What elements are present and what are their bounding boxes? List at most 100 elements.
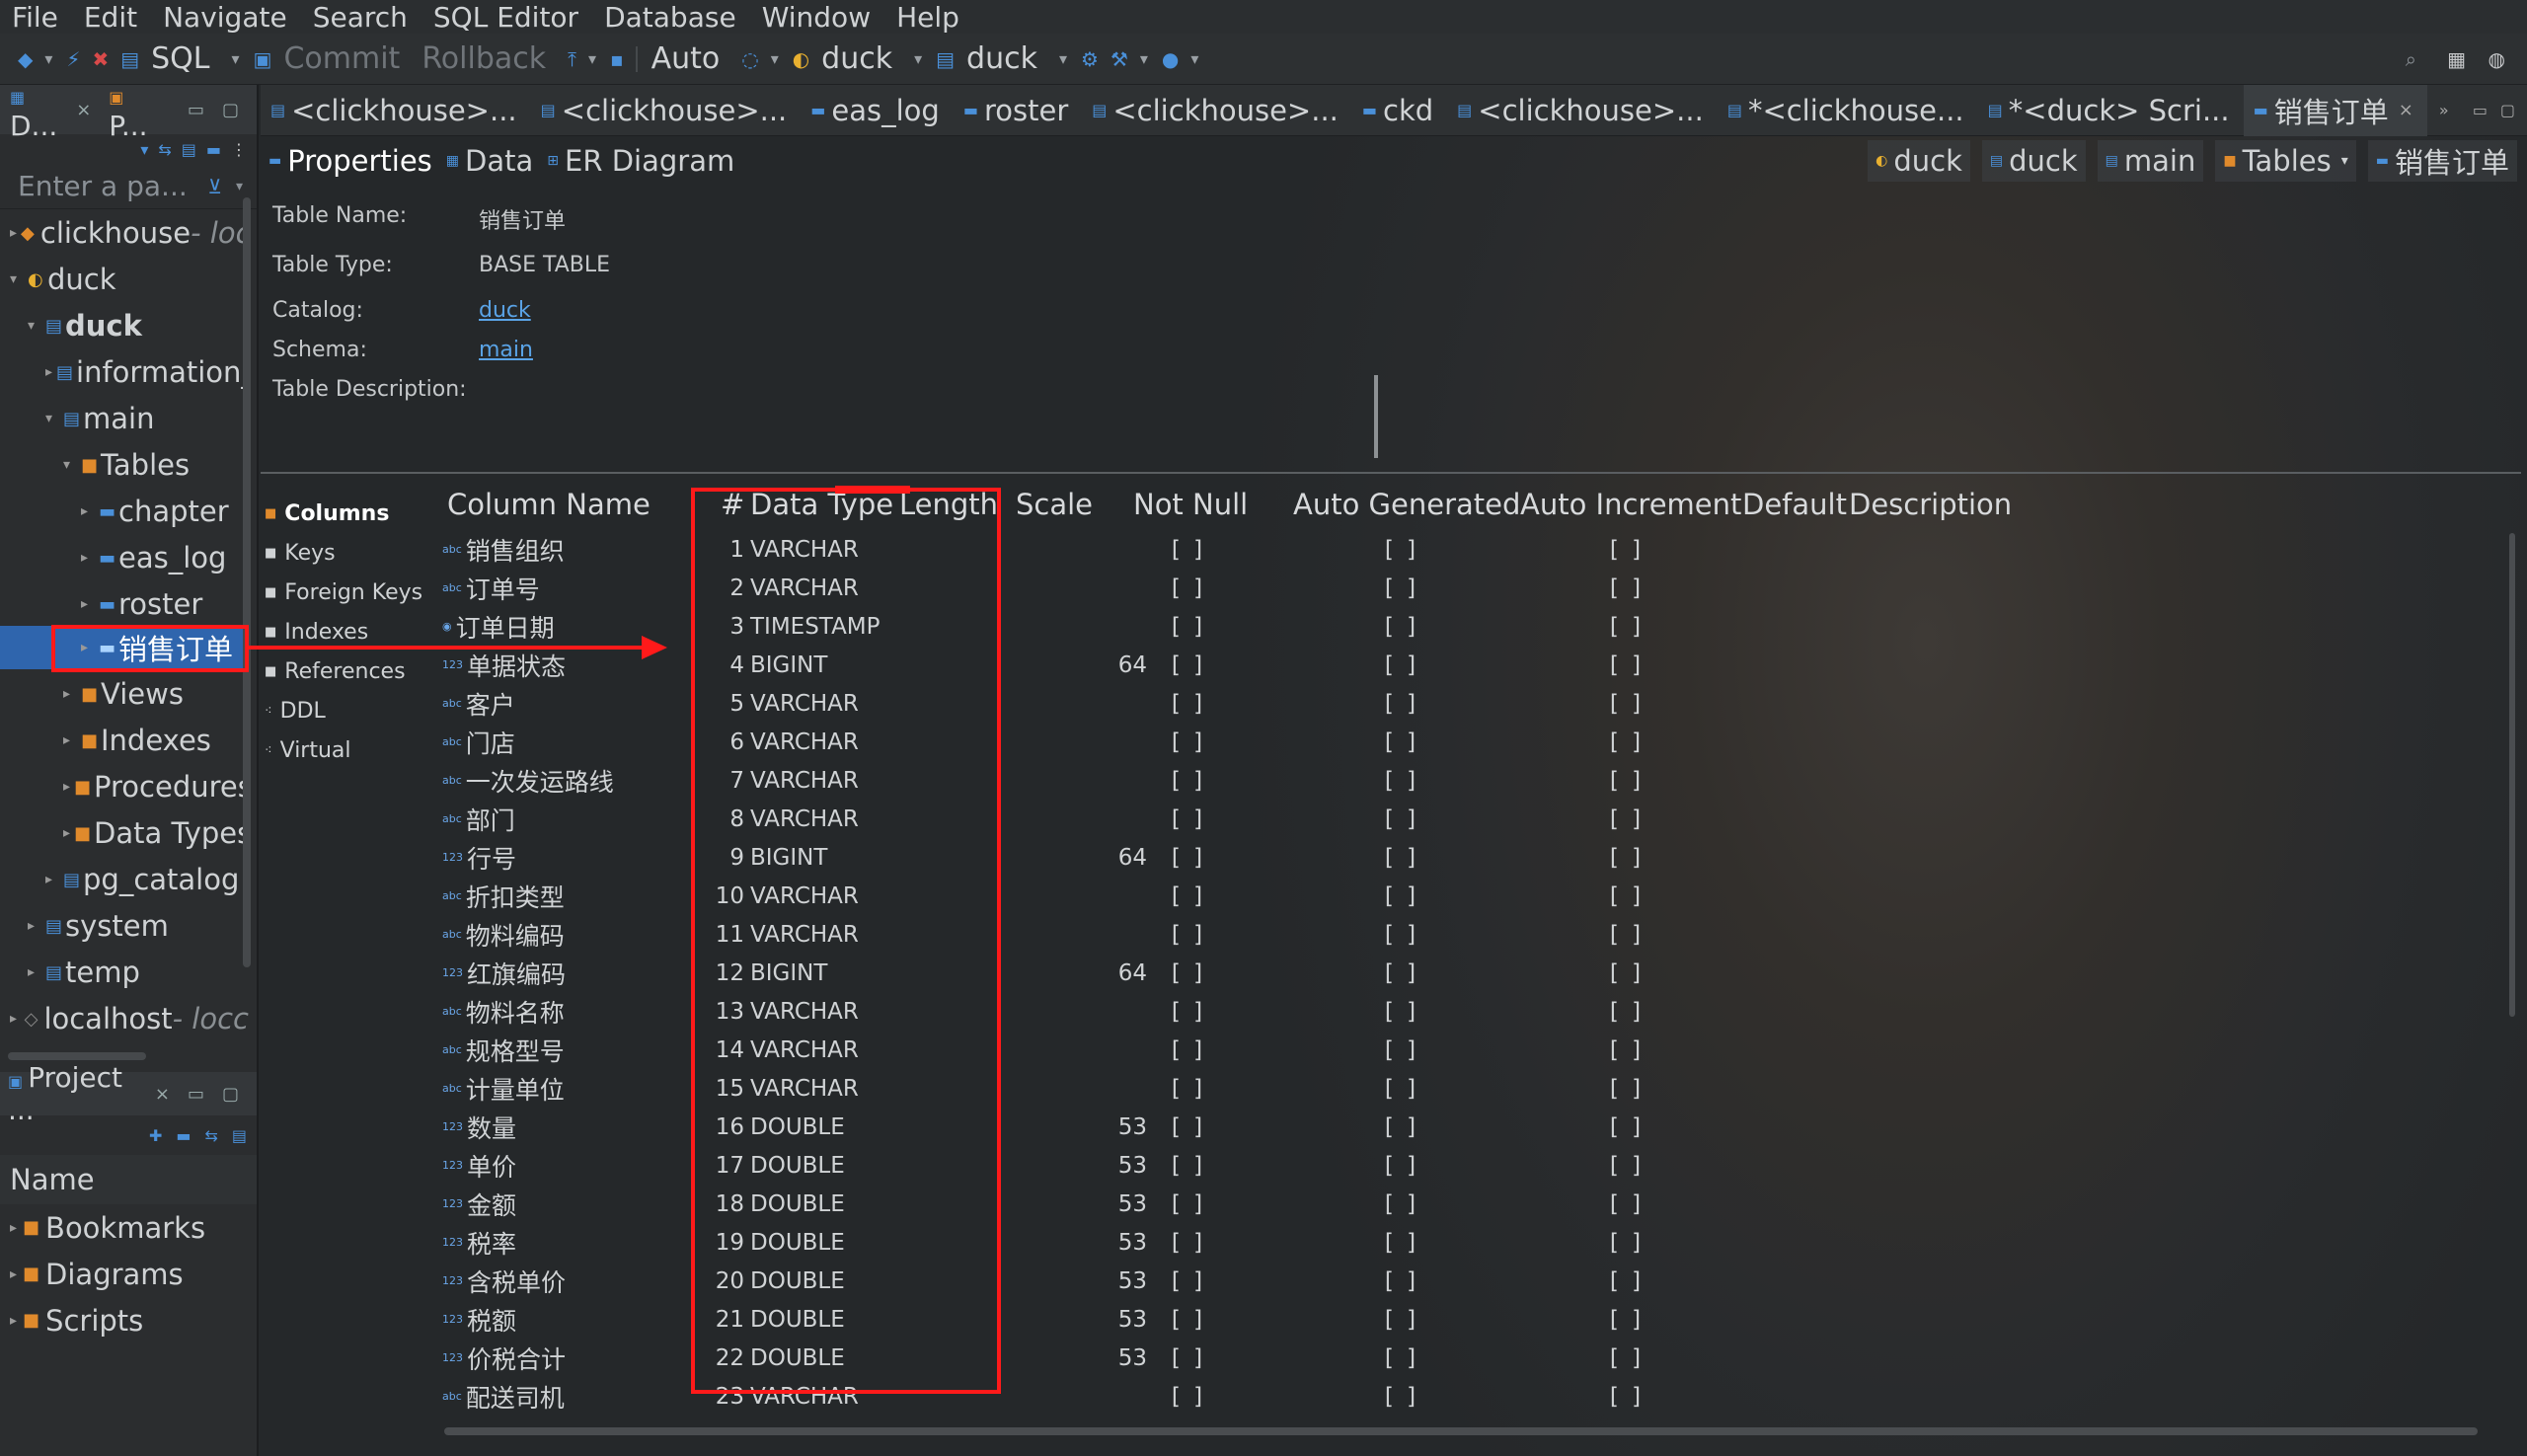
- transaction-icon[interactable]: ⤒: [568, 47, 576, 71]
- tab-project[interactable]: ▣ Project ...: [8, 1061, 145, 1126]
- not-null-checkbox[interactable]: [ ]: [1169, 877, 1208, 915]
- link-icon[interactable]: ⇆: [204, 1126, 217, 1145]
- header-auto-generated[interactable]: Auto Generated: [1293, 488, 1520, 527]
- editor-tab-5[interactable]: ▤ <clickhouse>...: [1082, 85, 1352, 136]
- not-null-checkbox[interactable]: [ ]: [1169, 1146, 1208, 1185]
- auto-generated-checkbox[interactable]: [ ]: [1382, 992, 1421, 1031]
- connect-icon[interactable]: ⚡: [66, 47, 80, 71]
- tree-item-information-schema[interactable]: ▸ ▤ information_: [0, 350, 249, 394]
- tree-item-data-types[interactable]: ▸ ■ Data Types: [0, 811, 249, 855]
- not-null-checkbox[interactable]: [ ]: [1169, 1031, 1208, 1069]
- filter-input[interactable]: Enter a pa...: [18, 170, 207, 202]
- tree-item-localhost[interactable]: ▸ ◇ localhost - locc: [0, 997, 249, 1040]
- auto-increment-checkbox[interactable]: [ ]: [1607, 1108, 1646, 1146]
- auto-generated-checkbox[interactable]: [ ]: [1382, 1031, 1421, 1069]
- project-item-bookmarks[interactable]: ▸ ■ Bookmarks: [0, 1204, 257, 1251]
- configure-icon[interactable]: ▤: [232, 1126, 247, 1145]
- rollback-button[interactable]: Rollback: [421, 41, 546, 76]
- tree-item-eas-log[interactable]: ▸ ▬ eas_log: [0, 536, 249, 579]
- category-references[interactable]: ■ References: [265, 651, 442, 691]
- auto-generated-checkbox[interactable]: [ ]: [1382, 1069, 1421, 1108]
- tab-database-navigator[interactable]: ▦ D...: [10, 77, 66, 142]
- chevron-down-icon[interactable]: ▾: [44, 49, 52, 68]
- table-row[interactable]: 123 红旗编码 12 BIGINT 64[ ][ ][ ]: [442, 954, 2022, 992]
- table-row[interactable]: 123 价税合计 22 DOUBLE 53[ ][ ][ ]: [442, 1339, 2022, 1377]
- category-virtual[interactable]: ⁖ Virtual: [265, 730, 442, 770]
- navigator-icon[interactable]: ◆: [18, 47, 33, 71]
- not-null-checkbox[interactable]: [ ]: [1169, 1069, 1208, 1108]
- table-row[interactable]: 123 单据状态 4 BIGINT 64[ ][ ][ ]: [442, 646, 2022, 684]
- minus-icon[interactable]: ▬: [206, 140, 221, 159]
- not-null-checkbox[interactable]: [ ]: [1169, 800, 1208, 838]
- editor-tab-8[interactable]: ▤ *<clickhouse...: [1718, 85, 1978, 136]
- auto-generated-checkbox[interactable]: [ ]: [1382, 1377, 1421, 1416]
- tree-item-procedures[interactable]: ▸ ■ Procedures: [0, 765, 249, 808]
- menu-icon[interactable]: ⋮: [231, 140, 247, 159]
- table-row[interactable]: abc 一次发运路线 7 VARCHAR[ ][ ][ ]: [442, 761, 2022, 800]
- auto-increment-checkbox[interactable]: [ ]: [1607, 761, 1646, 800]
- table-row[interactable]: 123 含税单价 20 DOUBLE 53[ ][ ][ ]: [442, 1262, 2022, 1300]
- close-icon[interactable]: ×: [2399, 100, 2413, 120]
- maximize-icon[interactable]: ▢: [222, 100, 239, 120]
- minus-icon[interactable]: ▬: [176, 1126, 191, 1145]
- auto-increment-checkbox[interactable]: [ ]: [1607, 646, 1646, 684]
- schema-link[interactable]: main: [479, 338, 533, 362]
- not-null-checkbox[interactable]: [ ]: [1169, 1108, 1208, 1146]
- menu-file[interactable]: File: [12, 1, 58, 34]
- not-null-checkbox[interactable]: [ ]: [1169, 723, 1208, 761]
- project-item-diagrams[interactable]: ▸ ■ Diagrams: [0, 1251, 257, 1297]
- editor-tab-7[interactable]: ▤ <clickhouse>...: [1447, 85, 1718, 136]
- chevron-down-icon[interactable]: ▾: [1059, 49, 1067, 68]
- header-description[interactable]: Description: [1849, 488, 2012, 527]
- not-null-checkbox[interactable]: [ ]: [1169, 1300, 1208, 1339]
- auto-generated-checkbox[interactable]: [ ]: [1382, 800, 1421, 838]
- auto-increment-checkbox[interactable]: [ ]: [1607, 607, 1646, 646]
- chevron-down-icon[interactable]: ▾: [232, 49, 240, 68]
- auto-increment-checkbox[interactable]: [ ]: [1607, 1069, 1646, 1108]
- editor-tab-roster[interactable]: ▬ roster: [954, 85, 1082, 136]
- tree-item-views[interactable]: ▸ ■ Views: [0, 672, 249, 716]
- sql-button[interactable]: SQL: [151, 41, 209, 76]
- breadcrumb-duck-connection[interactable]: ◐ duck: [1868, 140, 1970, 182]
- tab-er-diagram[interactable]: ⊞ ER Diagram: [547, 144, 734, 178]
- editor-tab-2[interactable]: ▤ <clickhouse>...: [531, 85, 802, 136]
- not-null-checkbox[interactable]: [ ]: [1169, 915, 1208, 954]
- filter-icon[interactable]: ⊻: [207, 175, 222, 198]
- table-row[interactable]: 123 行号 9 BIGINT 64[ ][ ][ ]: [442, 838, 2022, 877]
- table-row[interactable]: abc 配送司机 23 VARCHAR[ ][ ][ ]: [442, 1377, 2022, 1416]
- table-row[interactable]: 123 税率 19 DOUBLE 53[ ][ ][ ]: [442, 1223, 2022, 1262]
- table-row[interactable]: 123 税额 21 DOUBLE 53[ ][ ][ ]: [442, 1300, 2022, 1339]
- not-null-checkbox[interactable]: [ ]: [1169, 569, 1208, 607]
- not-null-checkbox[interactable]: [ ]: [1169, 1339, 1208, 1377]
- auto-generated-checkbox[interactable]: [ ]: [1382, 877, 1421, 915]
- chevron-down-icon[interactable]: ▾: [236, 179, 243, 194]
- auto-generated-checkbox[interactable]: [ ]: [1382, 838, 1421, 877]
- dbeaver-icon[interactable]: ◍: [2489, 47, 2505, 71]
- auto-increment-checkbox[interactable]: [ ]: [1607, 530, 1646, 569]
- menu-edit[interactable]: Edit: [84, 1, 137, 34]
- menu-navigate[interactable]: Navigate: [163, 1, 287, 34]
- table-row[interactable]: abc 折扣类型 10 VARCHAR[ ][ ][ ]: [442, 877, 2022, 915]
- auto-increment-checkbox[interactable]: [ ]: [1607, 569, 1646, 607]
- header-auto-increment[interactable]: Auto Increment: [1520, 488, 1741, 527]
- auto-generated-checkbox[interactable]: [ ]: [1382, 1185, 1421, 1223]
- category-columns[interactable]: ■ Columns: [265, 494, 442, 533]
- table-row[interactable]: abc 计量单位 15 VARCHAR[ ][ ][ ]: [442, 1069, 2022, 1108]
- table-vertical-scrollbar[interactable]: [2509, 533, 2515, 1017]
- not-null-checkbox[interactable]: [ ]: [1169, 1223, 1208, 1262]
- disconnect-icon[interactable]: ✖: [92, 47, 109, 71]
- tree-item-pg-catalog[interactable]: ▸ ▤ pg_catalog: [0, 858, 249, 901]
- auto-generated-checkbox[interactable]: [ ]: [1382, 1339, 1421, 1377]
- chevron-down-icon[interactable]: ▾: [771, 49, 779, 68]
- auto-generated-checkbox[interactable]: [ ]: [1382, 954, 1421, 992]
- category-foreign-keys[interactable]: ■ Foreign Keys: [265, 573, 442, 612]
- project-column-header[interactable]: Name: [0, 1155, 257, 1204]
- menu-search[interactable]: Search: [313, 1, 408, 34]
- auto-increment-checkbox[interactable]: [ ]: [1607, 954, 1646, 992]
- table-row[interactable]: 123 单价 17 DOUBLE 53[ ][ ][ ]: [442, 1146, 2022, 1185]
- editor-tab-ckd[interactable]: ▬ ckd: [1352, 85, 1447, 136]
- collapse-icon[interactable]: ▾: [140, 140, 148, 159]
- breadcrumb-main[interactable]: ▤ main: [2097, 140, 2204, 182]
- not-null-checkbox[interactable]: [ ]: [1169, 1185, 1208, 1223]
- link-icon[interactable]: ⇆: [158, 140, 171, 159]
